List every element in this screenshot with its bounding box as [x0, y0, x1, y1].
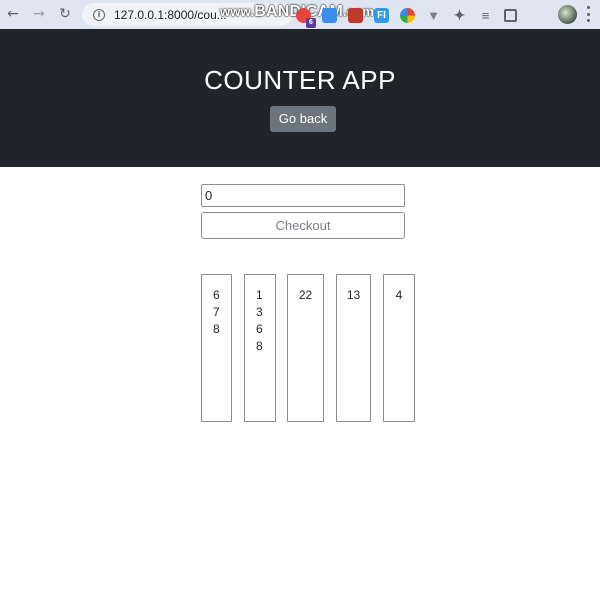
queue-column-3: 22: [287, 274, 324, 422]
queue-column-1: 6 7 8: [201, 274, 232, 422]
queue-column-4: 13: [336, 274, 371, 422]
forward-arrow-icon[interactable]: →: [31, 6, 47, 22]
browser-toolbar: ← → ↻ i 127.0.0.1:8000/cou... www.BANDIC…: [0, 0, 600, 29]
queue-item: 3: [256, 305, 263, 319]
count-input[interactable]: 0: [201, 184, 405, 207]
extension-red-icon[interactable]: 6: [296, 7, 316, 28]
extensions-tray: 6 FI ▼ ✦ ≡: [296, 4, 528, 28]
extension-fi-icon[interactable]: FI: [374, 7, 389, 23]
queue-item: 6: [213, 288, 220, 302]
extension-color-wheel-icon[interactable]: [400, 7, 415, 23]
queue-item: 7: [213, 305, 220, 319]
site-info-icon[interactable]: i: [93, 8, 105, 21]
queue-column-2: 1 3 6 8: [244, 274, 276, 422]
queue-item: 8: [256, 339, 263, 353]
queue-item: 4: [395, 288, 403, 302]
extension-blue-icon[interactable]: [322, 7, 337, 23]
page-title: COUNTER APP: [204, 65, 396, 95]
app-header: COUNTER APP Go back: [0, 29, 600, 167]
side-panel-icon[interactable]: [504, 8, 517, 22]
extension-fi-label: FI: [377, 9, 386, 21]
extensions-puzzle-icon[interactable]: ✦: [452, 7, 467, 23]
queue-item: 13: [346, 288, 361, 302]
queue-item: 22: [298, 288, 313, 302]
go-back-button[interactable]: Go back: [270, 106, 336, 132]
reading-list-icon[interactable]: ≡: [478, 8, 493, 23]
reload-icon[interactable]: ↻: [57, 6, 73, 22]
queue-item: 1: [256, 288, 263, 302]
queue-column-5: 4: [383, 274, 415, 422]
back-arrow-icon[interactable]: ←: [5, 6, 21, 22]
queue-item: 8: [213, 322, 220, 336]
checkout-button[interactable]: Checkout: [201, 212, 405, 239]
queue-item: 6: [256, 322, 263, 336]
extension-vue-icon[interactable]: ▼: [426, 8, 441, 23]
address-url[interactable]: 127.0.0.1:8000/cou...: [114, 8, 227, 22]
browser-menu-icon[interactable]: [586, 6, 590, 22]
profile-avatar[interactable]: [558, 5, 577, 24]
watermark-prefix: www.: [220, 4, 255, 19]
extension-badge: 6: [306, 17, 316, 28]
extension-youtube-icon[interactable]: [348, 7, 363, 23]
